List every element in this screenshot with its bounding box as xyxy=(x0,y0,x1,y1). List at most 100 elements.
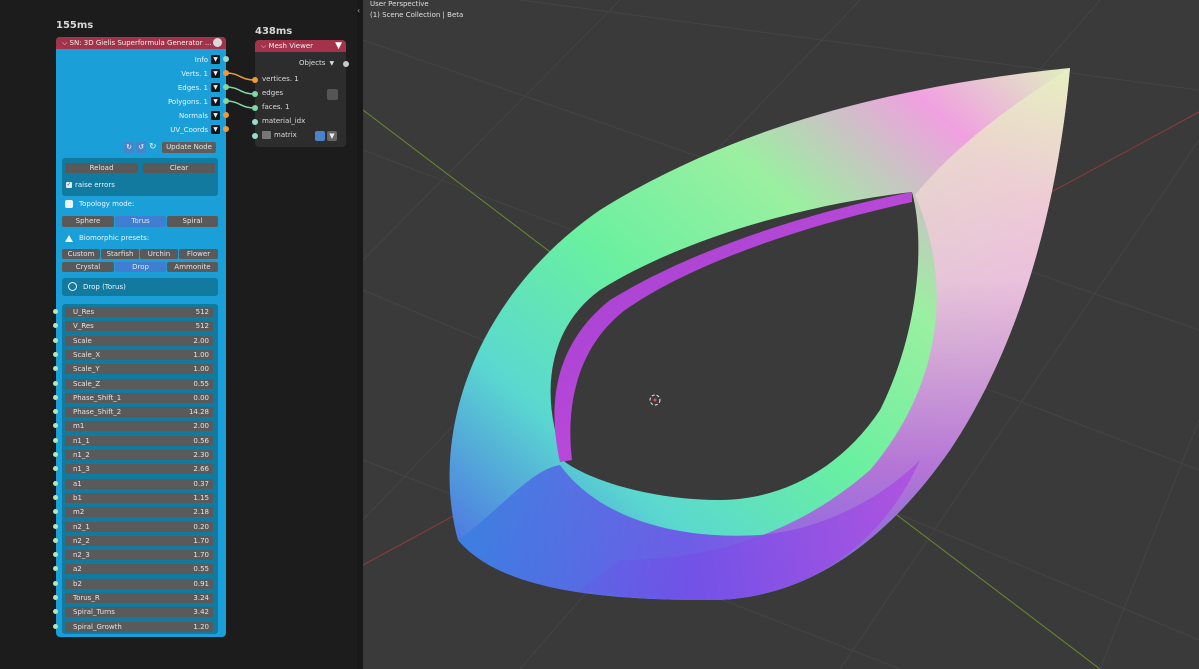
param-value: 0.37 xyxy=(193,480,209,488)
param-socket[interactable] xyxy=(53,624,58,629)
param-field-scale-y[interactable]: Scale_Y 1.00 xyxy=(65,364,213,374)
socket-in-matrix[interactable] xyxy=(252,133,258,139)
param-field-scale-x[interactable]: Scale_X 1.00 xyxy=(65,350,213,360)
param-socket[interactable] xyxy=(53,481,58,486)
output-polygons-dropdown-icon[interactable]: ▼ xyxy=(211,97,220,106)
viewport-scene xyxy=(363,0,1199,669)
socket-objects[interactable] xyxy=(343,61,349,67)
raise-errors-row: ✓ raise errors xyxy=(66,181,115,189)
param-field-n2-1[interactable]: n2_1 0.20 xyxy=(65,522,213,532)
param-field-m2[interactable]: m2 2.18 xyxy=(65,507,213,517)
collapse-arrow-icon[interactable]: ‹ xyxy=(357,6,360,15)
param-socket[interactable] xyxy=(53,438,58,443)
param-socket[interactable] xyxy=(53,409,58,414)
param-socket[interactable] xyxy=(53,566,58,571)
preset-ammonite-button[interactable]: Ammonite xyxy=(167,262,218,272)
mv-node-collapse-icon[interactable]: ⌵ xyxy=(261,42,266,50)
param-field-scale[interactable]: Scale 2.00 xyxy=(65,336,213,346)
preset-flower-button[interactable]: Flower xyxy=(179,249,218,259)
raise-errors-checkbox[interactable]: ✓ xyxy=(66,182,72,188)
3d-viewport[interactable]: User Perspective (1) Scene Collection | … xyxy=(363,0,1199,669)
mv-node-viewer-icon[interactable]: ▼ xyxy=(335,40,342,52)
param-field-a2[interactable]: a2 0.55 xyxy=(65,564,213,574)
param-field-n1-2[interactable]: n1_2 2.30 xyxy=(65,450,213,460)
refresh-a-icon[interactable]: ↻ xyxy=(124,142,134,153)
param-socket[interactable] xyxy=(53,595,58,600)
param-field-n1-3[interactable]: n1_3 2.66 xyxy=(65,464,213,474)
output-polygons-label: Polygons. 1 xyxy=(167,97,208,106)
param-field-m1[interactable]: m1 2.00 xyxy=(65,421,213,431)
preset-drop-button[interactable]: Drop xyxy=(115,262,166,272)
preset-custom-button[interactable]: Custom xyxy=(62,249,100,259)
socket-in-material-idx[interactable] xyxy=(252,119,258,125)
output-edges-dropdown-icon[interactable]: ▼ xyxy=(211,83,220,92)
param-field-b1[interactable]: b1 1.15 xyxy=(65,493,213,503)
matrix-toggle-icon[interactable] xyxy=(315,131,325,141)
refresh-b-icon[interactable]: ↺ xyxy=(136,142,146,153)
output-uv-coords-dropdown-icon[interactable]: ▼ xyxy=(211,125,220,134)
param-name: b1 xyxy=(73,494,82,502)
socket-verts[interactable] xyxy=(223,70,229,76)
param-socket[interactable] xyxy=(53,581,58,586)
param-socket[interactable] xyxy=(53,495,58,500)
param-name: Scale_Z xyxy=(73,380,101,388)
clear-button[interactable]: Clear xyxy=(143,163,215,173)
node-editor[interactable]: 155ms 438ms ⌵ SN: 3D Gielis Superformula… xyxy=(0,0,357,669)
topology-torus-button[interactable]: Torus xyxy=(115,216,166,227)
preset-urchin-button[interactable]: Urchin xyxy=(140,249,178,259)
param-socket[interactable] xyxy=(53,309,58,314)
param-socket[interactable] xyxy=(53,552,58,557)
socket-uv-coords[interactable] xyxy=(223,126,229,132)
socket-normals[interactable] xyxy=(223,112,229,118)
socket-in-edges[interactable] xyxy=(252,91,258,97)
reload-icon[interactable]: ↻ xyxy=(149,142,157,153)
param-field-v-res[interactable]: V_Res 512 xyxy=(65,321,213,331)
param-field-torus-r[interactable]: Torus_R 3.24 xyxy=(65,593,213,603)
param-socket[interactable] xyxy=(53,381,58,386)
matrix-viewer-icon[interactable]: ▼ xyxy=(327,131,337,141)
param-socket[interactable] xyxy=(53,509,58,514)
param-field-spiral-growth[interactable]: Spiral_Growth 1.20 xyxy=(65,622,213,632)
param-name: Spiral_Growth xyxy=(73,623,122,631)
param-socket[interactable] xyxy=(53,423,58,428)
sn-node-collapse-icon[interactable]: ⌵ xyxy=(62,39,67,47)
update-node-button[interactable]: Update Node xyxy=(162,142,216,153)
param-field-phase-shift-2[interactable]: Phase_Shift_2 14.28 xyxy=(65,407,213,417)
mv-node-header[interactable]: ⌵ Mesh Viewer ▼ xyxy=(255,40,346,52)
param-socket[interactable] xyxy=(53,323,58,328)
param-field-n2-3[interactable]: n2_3 1.70 xyxy=(65,550,213,560)
param-field-a1[interactable]: a1 0.37 xyxy=(65,479,213,489)
param-field-phase-shift-1[interactable]: Phase_Shift_1 0.00 xyxy=(65,393,213,403)
param-socket[interactable] xyxy=(53,466,58,471)
topology-sphere-button[interactable]: Sphere xyxy=(62,216,114,227)
param-socket[interactable] xyxy=(53,524,58,529)
socket-polygons[interactable] xyxy=(223,98,229,104)
preset-crystal-button[interactable]: Crystal xyxy=(62,262,114,272)
param-field-n1-1[interactable]: n1_1 0.56 xyxy=(65,436,213,446)
reload-button[interactable]: Reload xyxy=(65,163,138,173)
objects-dropdown[interactable]: Objects ▼ xyxy=(299,59,334,67)
socket-edges[interactable] xyxy=(223,84,229,90)
param-field-n2-2[interactable]: n2_2 1.70 xyxy=(65,536,213,546)
param-socket[interactable] xyxy=(53,352,58,357)
preset-starfish-button[interactable]: Starfish xyxy=(101,249,139,259)
socket-in-vertices[interactable] xyxy=(252,77,258,83)
socket-in-faces[interactable] xyxy=(252,105,258,111)
edges-toggle[interactable] xyxy=(327,89,338,100)
socket-info[interactable] xyxy=(223,56,229,62)
output-info-dropdown-icon[interactable]: ▼ xyxy=(211,55,220,64)
param-field-spiral-turns[interactable]: Spiral_Turns 3.42 xyxy=(65,607,213,617)
topology-spiral-button[interactable]: Spiral xyxy=(167,216,218,227)
sn-node-header[interactable]: ⌵ SN: 3D Gielis Superformula Generator .… xyxy=(56,37,226,49)
param-field-b2[interactable]: b2 0.91 xyxy=(65,579,213,589)
param-socket[interactable] xyxy=(53,338,58,343)
param-socket[interactable] xyxy=(53,366,58,371)
output-verts-dropdown-icon[interactable]: ▼ xyxy=(211,69,220,78)
param-socket[interactable] xyxy=(53,452,58,457)
param-field-u-res[interactable]: U_Res 512 xyxy=(65,307,213,317)
param-socket[interactable] xyxy=(53,538,58,543)
param-field-scale-z[interactable]: Scale_Z 0.55 xyxy=(65,379,213,389)
param-socket[interactable] xyxy=(53,609,58,614)
param-socket[interactable] xyxy=(53,395,58,400)
output-normals-dropdown-icon[interactable]: ▼ xyxy=(211,111,220,120)
